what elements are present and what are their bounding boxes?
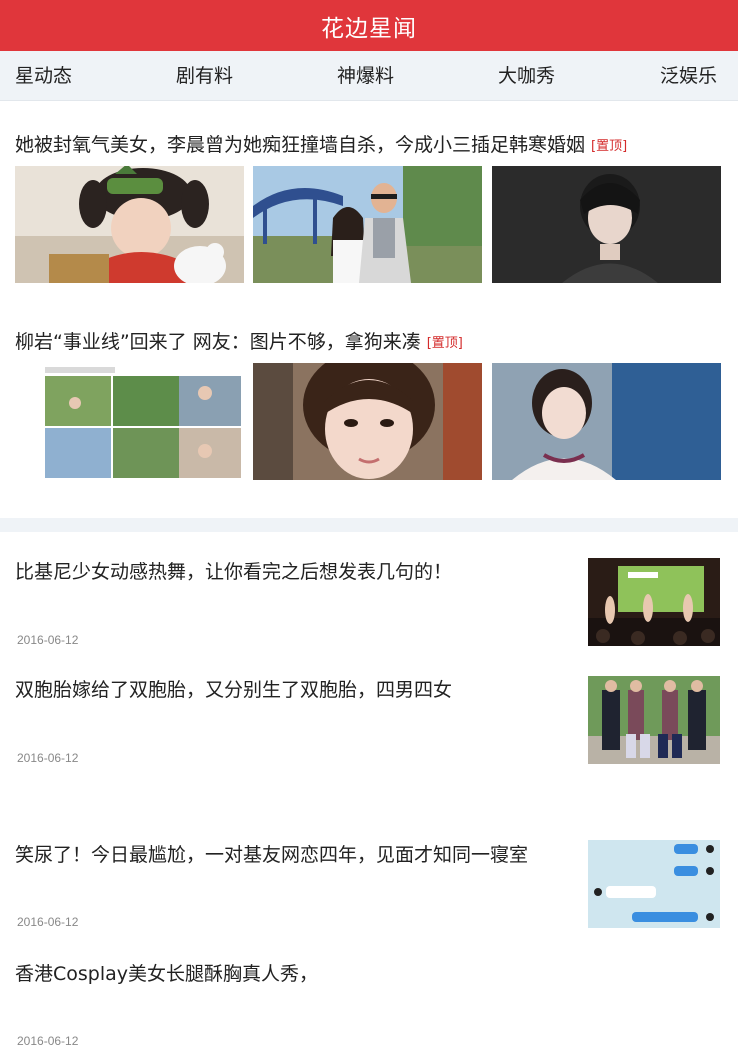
couple-at-amusement-park-photo bbox=[253, 166, 482, 283]
girl-in-fur-hat-photo bbox=[15, 166, 244, 283]
featured-title-text: 柳岩“事业线”回来了 网友：图片不够，拿狗来凑 bbox=[15, 331, 421, 353]
category-nav: 星动态 剧有料 神爆料 大咖秀 泛娱乐 bbox=[0, 51, 738, 101]
featured-image[interactable] bbox=[15, 166, 244, 283]
photo-collage-screenshot bbox=[15, 363, 244, 480]
news-item[interactable]: 笑尿了！今日最尴尬，一对基友网恋四年，见面才知同一寝室 2016-06-12 bbox=[0, 816, 738, 934]
featured-title-text: 她被封氧气美女，李晨曾为她痴狂撞墙自杀，今成小三插足韩寒婚姻 bbox=[15, 134, 586, 156]
tab-fan-yule[interactable]: 泛娱乐 bbox=[660, 51, 717, 101]
news-item[interactable]: 比基尼少女动感热舞，让你看完之后想发表几句的！ 2016-06-12 bbox=[0, 532, 738, 652]
twin-family-photo bbox=[588, 676, 720, 764]
woman-portrait-dark-background-photo bbox=[492, 166, 721, 283]
news-thumbnail bbox=[588, 840, 720, 928]
news-thumbnail bbox=[588, 676, 720, 764]
pinned-badge: [置顶] bbox=[426, 336, 463, 351]
news-thumbnail bbox=[588, 558, 720, 646]
tab-shen-baoliao[interactable]: 神爆料 bbox=[337, 51, 394, 101]
tab-da-kaxiu[interactable]: 大咖秀 bbox=[498, 51, 555, 101]
featured-image[interactable] bbox=[492, 166, 721, 283]
featured-image[interactable] bbox=[253, 166, 482, 283]
tab-xing-dongtai[interactable]: 星动态 bbox=[15, 51, 72, 101]
featured-image[interactable] bbox=[492, 363, 721, 480]
news-title: 双胞胎嫁给了双胞胎，又分别生了双胞胎，四男四女 bbox=[15, 679, 453, 701]
featured-image[interactable] bbox=[253, 363, 482, 480]
stage-dance-photo bbox=[588, 558, 720, 646]
tab-ju-youliao[interactable]: 剧有料 bbox=[176, 51, 233, 101]
section-divider bbox=[0, 518, 738, 532]
news-title: 比基尼少女动感热舞，让你看完之后想发表几句的！ bbox=[15, 561, 453, 583]
news-date: 2016-06-12 bbox=[17, 633, 79, 647]
news-title: 香港Cosplay美女长腿酥胸真人秀， bbox=[15, 963, 319, 985]
featured-article-title[interactable]: 她被封氧气美女，李晨曾为她痴狂撞墙自杀，今成小三插足韩寒婚姻 [置顶] bbox=[15, 130, 627, 157]
top-bar: 花边星闻 bbox=[0, 0, 738, 51]
app-root: 花边星闻 星动态 剧有料 神爆料 大咖秀 泛娱乐 她被封氧气美女，李晨曾为她痴狂… bbox=[0, 0, 738, 1064]
news-title: 笑尿了！今日最尴尬，一对基友网恋四年，见面才知同一寝室 bbox=[15, 844, 529, 866]
news-item[interactable]: 香港Cosplay美女长腿酥胸真人秀， 2016-06-12 bbox=[0, 934, 738, 1054]
app-title: 花边星闻 bbox=[321, 15, 417, 42]
news-date: 2016-06-12 bbox=[17, 751, 79, 765]
news-date: 2016-06-12 bbox=[17, 1034, 79, 1048]
woman-outdoor-photo bbox=[492, 363, 721, 480]
selfie-girl-photo bbox=[253, 363, 482, 480]
featured-article-title[interactable]: 柳岩“事业线”回来了 网友：图片不够，拿狗来凑 [置顶] bbox=[15, 327, 463, 354]
chat-screenshot bbox=[588, 840, 720, 928]
pinned-badge: [置顶] bbox=[591, 139, 628, 154]
news-item[interactable]: 双胞胎嫁给了双胞胎，又分别生了双胞胎，四男四女 2016-06-12 bbox=[0, 652, 738, 782]
featured-image[interactable] bbox=[15, 363, 244, 480]
news-date: 2016-06-12 bbox=[17, 915, 79, 929]
